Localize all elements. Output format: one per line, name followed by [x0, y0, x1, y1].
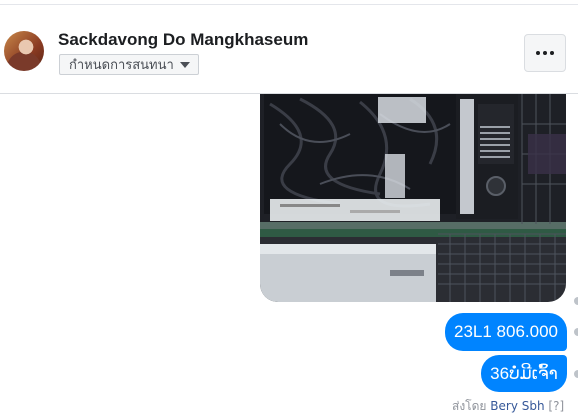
conversation-settings-label: กำหนดการสนทนา	[69, 58, 174, 73]
conversation-settings-button[interactable]: กำหนดการสนทนา	[59, 54, 199, 75]
more-options-button[interactable]	[524, 34, 566, 72]
read-receipt-icon	[574, 297, 578, 305]
avatar[interactable]	[4, 31, 44, 71]
seen-by-name[interactable]: Bery Sbh	[490, 399, 544, 413]
more-dots-icon	[536, 51, 554, 55]
seen-by-prefix: ส่งโดย	[452, 399, 487, 413]
microwave-photo	[260, 94, 566, 302]
seen-by-suffix: [?]	[548, 399, 565, 413]
read-receipt-icon	[574, 370, 578, 378]
message-bubble[interactable]: 36ບໍ່ມີເຈົ້າ	[481, 355, 567, 392]
seen-by-line: ส่งโดย Bery Sbh [?]	[452, 397, 564, 416]
read-receipt-icon	[574, 328, 578, 336]
image-message[interactable]	[260, 94, 566, 302]
conversation-header: Sackdavong Do Mangkhaseum กำหนดการสนทนา	[0, 5, 578, 93]
message-bubble[interactable]: 23L1 806.000	[445, 313, 567, 351]
contact-name[interactable]: Sackdavong Do Mangkhaseum	[58, 30, 308, 50]
caret-down-icon	[179, 61, 190, 68]
